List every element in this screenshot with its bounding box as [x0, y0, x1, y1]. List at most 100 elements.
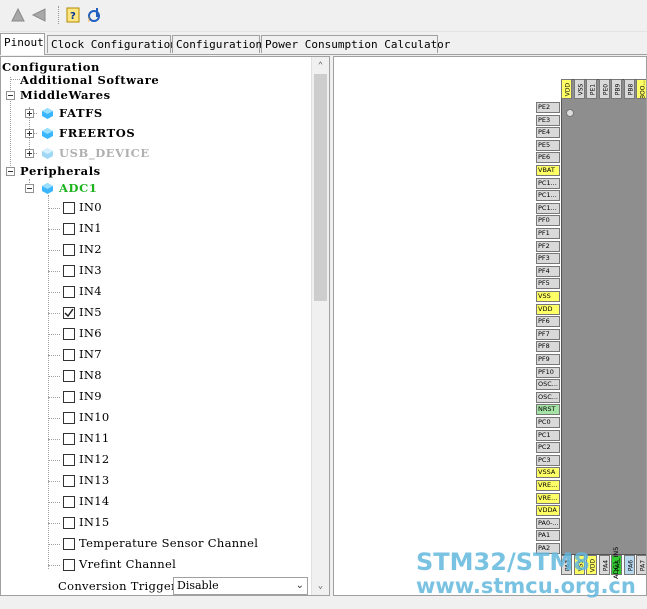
- channel-checkbox[interactable]: [63, 202, 75, 214]
- chip-pin-left[interactable]: VRE...: [536, 492, 560, 504]
- scroll-up-icon[interactable]: ⌃: [315, 59, 326, 73]
- tree-item-fatfs[interactable]: FATFS: [59, 103, 103, 123]
- chip-pin-left[interactable]: VRE...: [536, 480, 560, 491]
- chip-pin-left[interactable]: PE4: [536, 127, 560, 139]
- chip-pin-left[interactable]: PF9: [536, 354, 560, 365]
- chip-pin-left[interactable]: OSC...: [536, 379, 560, 391]
- chip-pin-left[interactable]: PF3: [536, 253, 560, 265]
- expand-icon[interactable]: [25, 129, 34, 138]
- about-icon[interactable]: i: [86, 6, 104, 24]
- collapse-icon[interactable]: [25, 184, 34, 193]
- tree-item-freertos[interactable]: FREERTOS: [59, 123, 135, 143]
- channel-checkbox[interactable]: [63, 559, 75, 571]
- channel-checkbox[interactable]: [63, 517, 75, 529]
- chip-pin-left[interactable]: OSC...: [536, 391, 560, 403]
- collapse-icon[interactable]: [6, 167, 15, 176]
- chip-pin-left[interactable]: PF2: [536, 240, 560, 252]
- chip-pin-left[interactable]: PC2: [536, 442, 560, 454]
- chip-pin-left[interactable]: PE2: [536, 102, 560, 113]
- chip-pin-left[interactable]: PF6: [536, 316, 560, 328]
- tab-configuration[interactable]: Configuration: [172, 35, 262, 53]
- tab-pinout[interactable]: Pinout: [0, 33, 45, 55]
- chip-pin-top[interactable]: PB9: [611, 79, 622, 99]
- tree-item-adc1[interactable]: ADC1: [59, 178, 97, 198]
- chip-pin-left[interactable]: PA1: [536, 530, 560, 542]
- channel-checkbox[interactable]: [63, 475, 75, 487]
- chip-pin-left[interactable]: PC1...: [536, 202, 560, 214]
- chip-pin-top[interactable]: PE0: [598, 79, 610, 99]
- channel-label: Vrefint Channel: [79, 557, 177, 571]
- pinout-view[interactable]: PE2 PE3 PE4 PE5 PE6 VBAT PC1... PC1... PC1... PF0…: [333, 56, 647, 596]
- scroll-down-icon[interactable]: ⌄: [315, 579, 326, 593]
- chip-pin-left[interactable]: VSS: [536, 291, 560, 302]
- channel-checkbox[interactable]: [63, 328, 75, 340]
- channel-label: IN4: [79, 284, 102, 298]
- chip-pin-left[interactable]: PC1...: [536, 190, 560, 202]
- conversion-trigger-value: Disable: [177, 579, 219, 592]
- toolbar: ? i: [0, 0, 647, 32]
- channel-checkbox[interactable]: [63, 538, 75, 550]
- channel-checkbox[interactable]: [63, 433, 75, 445]
- chip-pin-top[interactable]: VDD: [561, 79, 572, 99]
- chip-pin-left[interactable]: PC0: [536, 417, 560, 428]
- chip-pin-left[interactable]: PE5: [536, 139, 560, 151]
- chip-pin-left[interactable]: PF8: [536, 341, 560, 353]
- tree-item-usb-device[interactable]: USB_DEVICE: [59, 143, 150, 163]
- channel-checkbox[interactable]: [63, 223, 75, 235]
- channel-checkbox[interactable]: [63, 349, 75, 361]
- configuration-tree[interactable]: Configuration Additional Software Middle…: [0, 56, 330, 596]
- chip-pin-left[interactable]: PF1: [536, 228, 560, 239]
- svg-text:?: ?: [70, 11, 76, 22]
- channel-checkbox[interactable]: [63, 244, 75, 256]
- channel-checkbox[interactable]: [63, 391, 75, 403]
- chip-pin-left[interactable]: VSSA: [536, 467, 560, 479]
- expand-icon[interactable]: [25, 109, 34, 118]
- chip-pin-left[interactable]: PE3: [536, 114, 560, 126]
- chip-pin-label: PB9: [614, 83, 622, 96]
- chevron-down-icon: ⌄: [295, 580, 304, 591]
- chip-pin-left[interactable]: PF7: [536, 328, 560, 340]
- chip-pin-top[interactable]: PB8: [623, 79, 635, 99]
- channel-checkbox[interactable]: [63, 370, 75, 382]
- chip-pin-left[interactable]: PF5: [536, 278, 560, 290]
- chip-pin-left[interactable]: PC3: [536, 454, 560, 466]
- chip-pin-top[interactable]: VSS: [573, 79, 585, 99]
- chip-pin-left[interactable]: PC1: [536, 429, 560, 441]
- chip-pin-bottom[interactable]: PA6: [623, 555, 635, 575]
- up-triangle-icon[interactable]: [9, 6, 27, 24]
- chip-pin-left[interactable]: NRST: [536, 404, 560, 416]
- chip-pin-left[interactable]: PC1...: [536, 177, 560, 189]
- help-icon[interactable]: ?: [64, 6, 82, 24]
- channel-label: IN2: [79, 242, 102, 256]
- channel-checkbox[interactable]: [63, 265, 75, 277]
- chip-pin-bottom[interactable]: PA4: [598, 555, 610, 575]
- chip-pin-left[interactable]: PF4: [536, 265, 560, 277]
- chip-pin-top[interactable]: BOO...: [636, 79, 647, 99]
- chip-pin-left[interactable]: PF0: [536, 215, 560, 227]
- chip-pin-label: BOO...: [639, 80, 647, 99]
- chip-pin-left[interactable]: VBAT: [536, 165, 560, 176]
- tab-clock-configuration[interactable]: Clock Configuration: [47, 35, 177, 53]
- channel-checkbox[interactable]: [63, 307, 75, 319]
- collapse-icon[interactable]: [6, 91, 15, 100]
- chip-pin-bottom[interactable]: PA7: [636, 555, 646, 575]
- tree-item-middlewares[interactable]: MiddleWares: [20, 85, 111, 105]
- chip-pin-left[interactable]: PE6: [536, 152, 560, 164]
- scrollbar-thumb[interactable]: [314, 74, 327, 301]
- watermark-url: www.stmcu.org.cn: [416, 574, 636, 598]
- channel-checkbox[interactable]: [63, 286, 75, 298]
- channel-label: IN10: [79, 410, 110, 424]
- chip-pin-left[interactable]: VDDA: [536, 505, 560, 517]
- tree-scrollbar[interactable]: ⌃ ⌄: [311, 57, 329, 595]
- expand-icon[interactable]: [25, 149, 34, 158]
- channel-checkbox[interactable]: [63, 496, 75, 508]
- chip-pin-left[interactable]: PA0-...: [536, 517, 560, 529]
- chip-pin-left[interactable]: PF10: [536, 366, 560, 378]
- conversion-trigger-select[interactable]: Disable ⌄: [173, 577, 308, 595]
- tab-power-consumption-calculator[interactable]: Power Consumption Calculator: [261, 35, 450, 53]
- left-triangle-icon[interactable]: [30, 6, 48, 24]
- channel-checkbox[interactable]: [63, 412, 75, 424]
- chip-pin-top[interactable]: PE1: [586, 79, 597, 99]
- channel-checkbox[interactable]: [63, 454, 75, 466]
- chip-pin-left[interactable]: VDD: [536, 303, 560, 315]
